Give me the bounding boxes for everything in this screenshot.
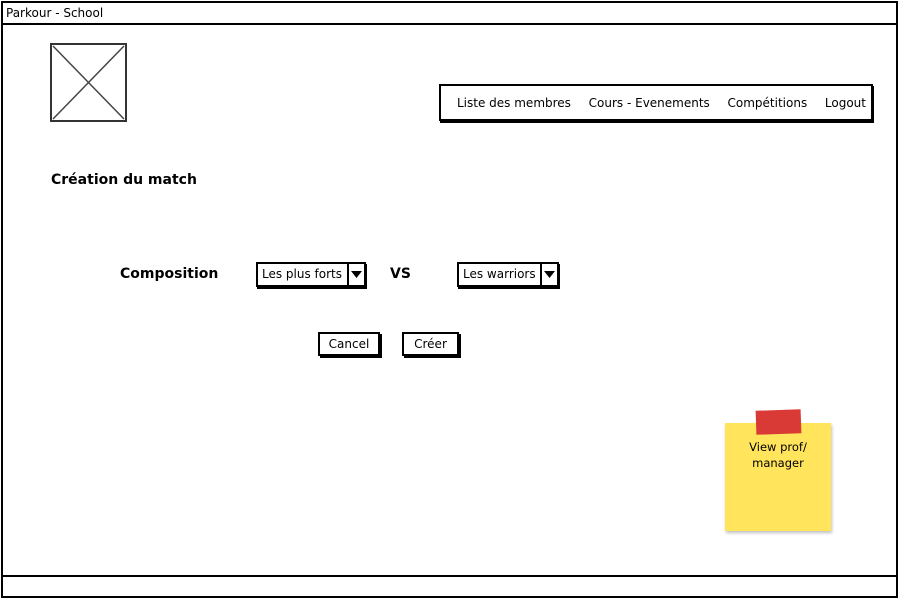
vs-label: VS (390, 266, 411, 282)
chevron-down-icon[interactable] (347, 264, 364, 285)
sticky-note-text: View prof/ manager (749, 440, 807, 470)
window-title: Parkour - School (6, 6, 104, 20)
create-button[interactable]: Créer (402, 332, 459, 356)
sticky-note-tape (755, 409, 802, 435)
team-b-selected-value: Les warriors (463, 267, 536, 281)
status-bar (3, 575, 896, 596)
team-b-select[interactable]: Les warriors (457, 262, 559, 287)
chevron-down-icon[interactable] (540, 264, 557, 285)
nav-item-logout[interactable]: Logout (825, 96, 866, 110)
team-a-select[interactable]: Les plus forts (256, 262, 366, 287)
cancel-button[interactable]: Cancel (318, 332, 380, 356)
title-bar: Parkour - School (3, 3, 896, 25)
logo-image-placeholder-icon (50, 43, 127, 122)
page-title: Création du match (51, 172, 197, 188)
nav-item-courses-events[interactable]: Cours - Evenements (589, 96, 710, 110)
nav-item-members[interactable]: Liste des membres (457, 96, 571, 110)
nav-item-competitions[interactable]: Compétitions (728, 96, 808, 110)
team-a-selected-value: Les plus forts (262, 267, 343, 281)
main-nav: Liste des membres Cours - Evenements Com… (439, 84, 873, 121)
sticky-note: View prof/ manager (725, 423, 831, 531)
composition-label: Composition (120, 266, 219, 282)
